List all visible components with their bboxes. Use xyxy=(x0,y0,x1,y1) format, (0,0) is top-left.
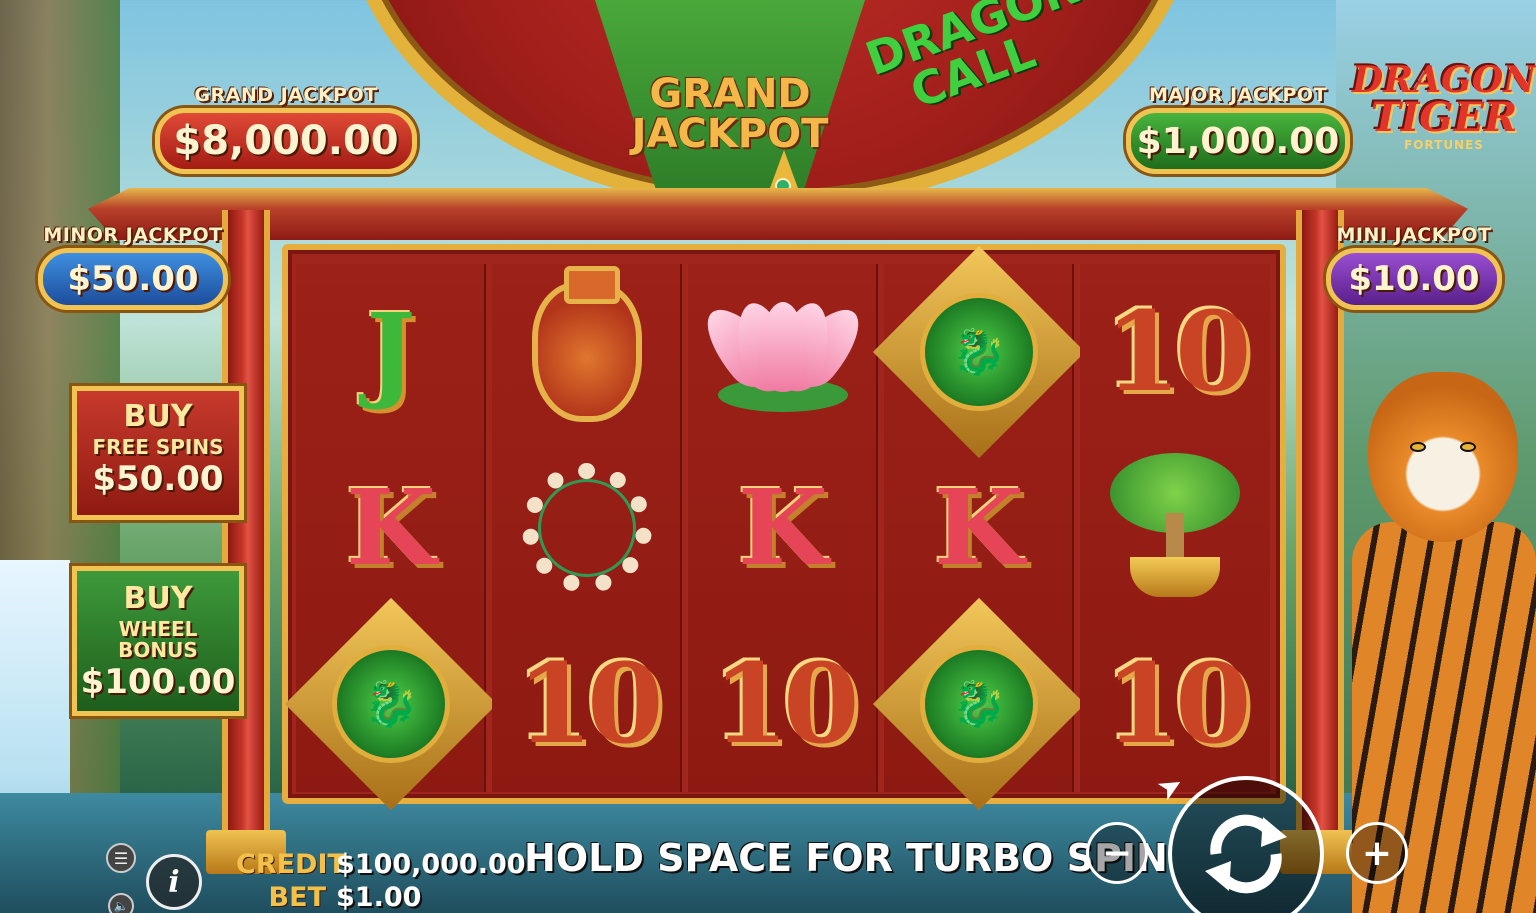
symbol-prayer-beads xyxy=(492,440,682,616)
mini-jackpot-label: MINI JACKPOT xyxy=(1336,224,1492,246)
reel-3: K 10 xyxy=(688,264,878,792)
minor-jackpot-label: MINOR JACKPOT xyxy=(43,224,223,246)
sound-icon[interactable]: 🔈 xyxy=(108,893,134,913)
reel-5: 10 10 xyxy=(1080,264,1270,792)
symbol-jade-dragon: 🐉 xyxy=(872,245,1086,459)
jade-dragon-icon: 🐉 xyxy=(920,293,1038,411)
buy-free-spins-button[interactable]: BUY FREE SPINS $50.00 xyxy=(72,386,244,520)
major-jackpot-value: $1,000.00 xyxy=(1126,108,1350,174)
minor-jackpot-value: $50.00 xyxy=(38,248,228,310)
mini-jackpot-value: $10.00 xyxy=(1326,248,1502,310)
spin-icon xyxy=(1205,814,1287,894)
symbol-k: K xyxy=(688,440,878,616)
symbol-10: 10 xyxy=(492,616,682,792)
symbol-k: K xyxy=(884,440,1074,616)
wheel-grand-label: GRAND JACKPOT xyxy=(631,71,829,157)
symbol-lotus xyxy=(688,264,878,440)
reel-4: 🐉 K 🐉 xyxy=(872,245,1086,811)
major-jackpot: MAJOR JACKPOT $1,000.00 xyxy=(1126,84,1350,174)
buy-wheel-bonus-button[interactable]: BUY WHEEL BONUS $100.00 xyxy=(72,566,244,716)
jade-dragon-icon: 🐉 xyxy=(332,645,450,763)
symbol-10-text: 10 xyxy=(1104,639,1251,768)
symbol-j-text: J xyxy=(366,290,416,413)
credit-display: CREDIT$100,000.00 xyxy=(236,851,526,878)
mini-jackpot: MINI JACKPOT $10.00 xyxy=(1326,224,1502,310)
grand-jackpot: GRAND JACKPOT $8,000.00 xyxy=(155,84,417,174)
vase-icon xyxy=(532,266,642,422)
logo-dragon: DRAGON xyxy=(1352,59,1536,101)
buy-free-spins-price: $50.00 xyxy=(92,458,224,499)
credit-value: $100,000.00 xyxy=(336,849,526,880)
symbol-bonsai xyxy=(1080,440,1270,616)
reel-grid: J K 🐉 10 K 10 🐉 K 🐉 10 10 xyxy=(282,244,1286,811)
jade-dragon-icon: 🐉 xyxy=(920,645,1038,763)
minus-icon[interactable]: − xyxy=(1086,822,1148,884)
temple-roof xyxy=(88,188,1468,240)
major-jackpot-label: MAJOR JACKPOT xyxy=(1148,84,1328,106)
symbol-10: 10 xyxy=(1080,616,1270,792)
minor-jackpot: MINOR JACKPOT $50.00 xyxy=(38,224,228,310)
symbol-10-text: 10 xyxy=(1104,287,1251,416)
buy-free-spins-line2: FREE SPINS xyxy=(92,434,224,459)
turbo-spin-message: HOLD SPACE FOR TURBO SPIN xyxy=(524,836,1168,880)
left-pillar xyxy=(222,210,270,870)
reel-1: J K 🐉 xyxy=(284,264,498,811)
menu-icon[interactable]: ☰ xyxy=(106,843,136,873)
credit-label: CREDIT xyxy=(236,849,346,880)
symbol-jade-dragon: 🐉 xyxy=(872,597,1086,811)
symbol-k-text: K xyxy=(933,466,1025,589)
grand-jackpot-value: $8,000.00 xyxy=(155,108,417,174)
buy-wheel-bonus-line1: BUY xyxy=(123,581,193,616)
symbol-k-text: K xyxy=(737,466,829,589)
buy-wheel-bonus-line2: WHEEL BONUS xyxy=(118,616,198,662)
game-logo: DRAGON TIGER FORTUNES xyxy=(1352,62,1536,174)
reel-2: 10 xyxy=(492,264,682,792)
bet-display: BET $1.00 xyxy=(236,882,422,913)
symbol-10-text: 10 xyxy=(712,639,859,768)
symbol-j: J xyxy=(296,264,486,440)
symbol-k-text: K xyxy=(345,466,437,589)
symbol-10: 10 xyxy=(1080,264,1270,440)
symbol-10: 10 xyxy=(688,616,878,792)
grand-jackpot-label: GRAND JACKPOT xyxy=(194,84,378,106)
buy-free-spins-line1: BUY xyxy=(123,399,193,434)
symbol-k: K xyxy=(296,440,486,616)
logo-tiger: TIGER xyxy=(1370,94,1518,141)
symbol-10-text: 10 xyxy=(516,639,663,768)
symbol-vase xyxy=(492,264,682,440)
info-icon[interactable]: i xyxy=(146,854,202,910)
prayer-beads-icon xyxy=(522,463,652,593)
bonsai-icon xyxy=(1100,453,1250,603)
buy-wheel-bonus-price: $100.00 xyxy=(80,661,236,702)
plus-icon[interactable]: + xyxy=(1346,822,1408,884)
bet-value: $1.00 xyxy=(336,882,422,913)
symbol-jade-dragon: 🐉 xyxy=(284,597,498,811)
lotus-icon xyxy=(692,292,874,412)
bet-label: BET xyxy=(268,882,326,913)
